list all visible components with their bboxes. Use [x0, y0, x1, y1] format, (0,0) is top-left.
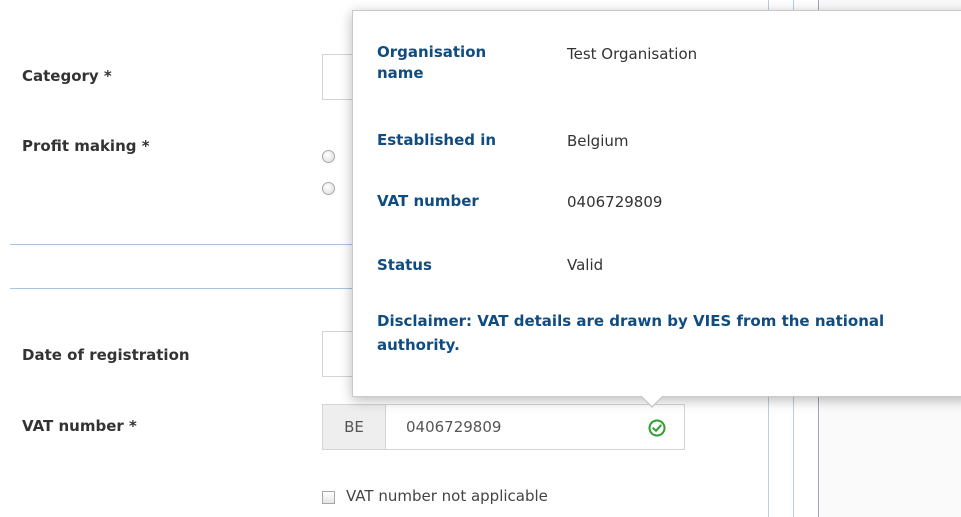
- vat-not-applicable-checkbox[interactable]: [322, 491, 335, 504]
- established-in-label: Established in: [377, 131, 497, 149]
- vat-details-popover: Organisation name Test Organisation Esta…: [352, 10, 961, 397]
- vat-country-prefix: BE: [322, 404, 386, 450]
- category-label: Category *: [22, 67, 112, 85]
- established-in-value: Belgium: [567, 132, 629, 150]
- profit-making-label: Profit making *: [22, 137, 150, 155]
- vat-not-applicable-label: VAT number not applicable: [346, 487, 548, 505]
- popover-arrow-fill: [641, 395, 663, 406]
- vat-number-value: 0406729809: [406, 418, 502, 436]
- check-circle-icon[interactable]: [648, 419, 666, 437]
- vat-number-popover-value: 0406729809: [567, 193, 663, 211]
- profit-making-radio-yes[interactable]: [322, 150, 335, 163]
- vies-disclaimer: Disclaimer: VAT details are drawn by VIE…: [377, 312, 885, 354]
- vat-number-popover-label: VAT number: [377, 192, 479, 210]
- vat-number-input[interactable]: 0406729809: [386, 404, 685, 450]
- vat-number-label: VAT number *: [22, 417, 137, 435]
- profit-making-radio-no[interactable]: [322, 182, 335, 195]
- vat-number-field: BE 0406729809: [322, 404, 685, 450]
- status-label: Status: [377, 256, 432, 274]
- status-value: Valid: [567, 256, 604, 274]
- organisation-name-value: Test Organisation: [567, 45, 698, 63]
- organisation-name-label: Organisation name: [377, 43, 487, 82]
- date-of-registration-label: Date of registration: [22, 346, 190, 364]
